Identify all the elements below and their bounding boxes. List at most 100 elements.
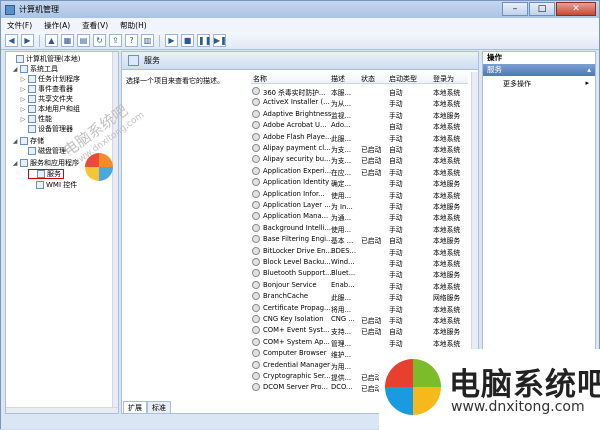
folder-up-icon[interactable]: ▲: [45, 34, 58, 47]
tree-node-label: 服务: [47, 170, 61, 178]
column-status[interactable]: 状态: [361, 74, 375, 84]
table-row[interactable]: Bluetooth Support... Bluet... 手动 本地服务: [251, 268, 468, 279]
mmc-view-icon[interactable]: ▥: [141, 34, 154, 47]
table-row[interactable]: Adobe Acrobat U... Ado... 自动 本地系统: [251, 120, 468, 131]
service-gear-icon: [252, 269, 260, 278]
tree-node-icon: [28, 75, 36, 83]
table-cell: 自动: [389, 146, 403, 154]
service-gear-icon: [252, 303, 260, 312]
tree-node[interactable]: 服务: [28, 169, 64, 179]
table-row[interactable]: CNG Key Isolation CNG ... 已启动 手动 本地系统: [251, 314, 468, 325]
properties-icon[interactable]: ▤: [77, 34, 90, 47]
column-startup-type[interactable]: 启动类型: [389, 74, 417, 84]
table-row[interactable]: BitLocker Drive En... BDES... 手动 本地系统: [251, 246, 468, 257]
maximize-button[interactable]: □: [529, 2, 555, 16]
start-service-icon[interactable]: ▶: [165, 34, 178, 47]
expand-toggle-icon[interactable]: ▷: [20, 96, 26, 103]
tree-node[interactable]: ▷ 本地用户和组: [20, 104, 80, 114]
table-cell: 基本 ...: [331, 237, 354, 246]
table-row[interactable]: Bonjour Service Enab... 手动 本地系统: [251, 280, 468, 291]
back-button[interactable]: ◀: [5, 34, 18, 47]
tree-node[interactable]: ◢ 服务和应用程序: [12, 158, 79, 168]
table-row[interactable]: ActiveX Installer (... 为从... 手动 本地系统: [251, 97, 468, 108]
actions-section-services[interactable]: 服务 ▴: [483, 64, 595, 76]
expand-toggle-icon[interactable]: ▷: [20, 106, 26, 113]
table-cell: CNG Key Isolation: [263, 315, 324, 323]
table-row[interactable]: 360 杀毒实时防护... 本服... 自动 本地系统: [251, 86, 468, 97]
stop-service-icon[interactable]: ■: [181, 34, 194, 47]
expand-toggle-icon[interactable]: ▷: [20, 86, 26, 93]
table-row[interactable]: Certificate Propag... 将用... 手动 本地系统: [251, 303, 468, 314]
forward-button[interactable]: ▶: [21, 34, 34, 47]
table-cell: 自动: [389, 328, 403, 337]
expand-toggle-icon[interactable]: ▷: [20, 116, 26, 123]
menu-file[interactable]: 文件(F): [7, 20, 32, 31]
table-cell: 本地系统: [433, 317, 461, 325]
expand-toggle-icon[interactable]: ◢: [12, 66, 18, 73]
expand-toggle-icon[interactable]: ◢: [12, 138, 18, 145]
expand-toggle-icon[interactable]: ◢: [12, 160, 18, 167]
pause-service-icon[interactable]: ❚❚: [197, 34, 211, 47]
tree-node-label: 本地用户和组: [38, 105, 80, 113]
expand-toggle-icon[interactable]: ▷: [20, 76, 26, 83]
tree-h-scrollbar[interactable]: [6, 407, 118, 413]
tree-node[interactable]: ◢ 系统工具: [12, 64, 58, 74]
table-row[interactable]: Application Layer ... 为 In... 手动 本地服务: [251, 200, 468, 211]
collapse-icon[interactable]: ▴: [587, 64, 591, 76]
menu-action[interactable]: 操作(A): [44, 20, 70, 31]
close-button[interactable]: ✕: [556, 2, 596, 16]
menu-help[interactable]: 帮助(H): [120, 20, 147, 31]
table-row[interactable]: Alipay security bu... 为支... 已启动 自动 本地系统: [251, 154, 468, 165]
table-row[interactable]: Application Infor... 使用... 手动 本地系统: [251, 189, 468, 200]
table-row[interactable]: COM+ Event Syst... 支持... 已启动 自动 本地服务: [251, 325, 468, 336]
service-gear-icon: [252, 178, 260, 187]
table-row[interactable]: Application Identity 确定... 手动 本地服务: [251, 177, 468, 188]
table-row[interactable]: Block Level Backu... Wind... 手动 本地系统: [251, 257, 468, 268]
tree-node[interactable]: ▷ 性能: [20, 114, 52, 124]
help-icon[interactable]: ?: [125, 34, 138, 47]
column-description[interactable]: 描述: [331, 74, 345, 84]
table-row[interactable]: Adaptive Brightness 监视... 手动 本地服务: [251, 109, 468, 120]
service-gear-icon: [252, 246, 260, 255]
table-row[interactable]: Application Mana... 为通... 手动 本地系统: [251, 211, 468, 222]
export-icon[interactable]: ⇪: [109, 34, 122, 47]
tree-node[interactable]: ◢ 存储: [12, 136, 44, 146]
table-row[interactable]: Application Experi... 在应... 已启动 手动 本地系统: [251, 166, 468, 177]
tree-node[interactable]: 计算机管理(本地): [8, 54, 80, 64]
minimize-button[interactable]: –: [502, 2, 528, 16]
table-row[interactable]: COM+ System Ap... 管理... 手动 本地系统: [251, 337, 468, 348]
table-row[interactable]: Alipay payment cl... 为支... 已启动 自动 本地系统: [251, 143, 468, 154]
tree-node[interactable]: ▷ 事件查看器: [20, 84, 73, 94]
table-cell: 自动: [389, 157, 403, 166]
column-name[interactable]: 名称: [253, 74, 267, 84]
tree-node-label: 设备管理器: [38, 125, 73, 133]
restart-service-icon[interactable]: ▶❚: [213, 34, 227, 47]
table-cell: DCOM Server Pro...: [263, 383, 328, 392]
tree-node-label: 计算机管理(本地): [26, 55, 81, 63]
table-cell: 自动: [389, 237, 403, 246]
tree-node[interactable]: 设备管理器: [20, 124, 73, 134]
actions-section-label: 服务: [487, 65, 502, 74]
tree-node[interactable]: ▷ 共享文件夹: [20, 94, 73, 104]
tab-standard[interactable]: 标准: [147, 401, 171, 413]
tree-node[interactable]: ▷ 任务计划程序: [20, 74, 80, 84]
table-cell: Application Experi...: [263, 166, 332, 175]
table-cell: 为 In...: [331, 203, 353, 211]
column-log-on-as[interactable]: 登录为: [433, 74, 454, 84]
table-row[interactable]: Base Filtering Engi... 基本 ... 已启动 自动 本地服务: [251, 234, 468, 245]
app-window: 计算机管理 – □ ✕ 文件(F) 操作(A) 查看(V) 帮助(H) ◀ ▶ …: [0, 0, 600, 430]
table-cell: 手动: [389, 100, 403, 109]
tree-node[interactable]: 磁盘管理: [20, 146, 66, 156]
more-actions-item[interactable]: 更多操作: [483, 79, 595, 89]
menu-view[interactable]: 查看(V): [82, 20, 108, 31]
show-tree-icon[interactable]: ▦: [61, 34, 74, 47]
table-cell: 已启动: [361, 237, 382, 246]
tree-node[interactable]: WMI 控件: [28, 180, 77, 190]
table-row[interactable]: Adobe Flash Playe... 此服... 手动 本地系统: [251, 132, 468, 143]
table-row[interactable]: BranchCache 此服... 手动 网络服务: [251, 291, 468, 302]
table-cell: Wind...: [331, 258, 355, 266]
table-row[interactable]: Background Intelli... 使用... 手动 本地系统: [251, 223, 468, 234]
refresh-icon[interactable]: ↻: [93, 34, 106, 47]
tree-node-icon: [20, 65, 28, 73]
tab-extended[interactable]: 扩展: [123, 401, 147, 413]
